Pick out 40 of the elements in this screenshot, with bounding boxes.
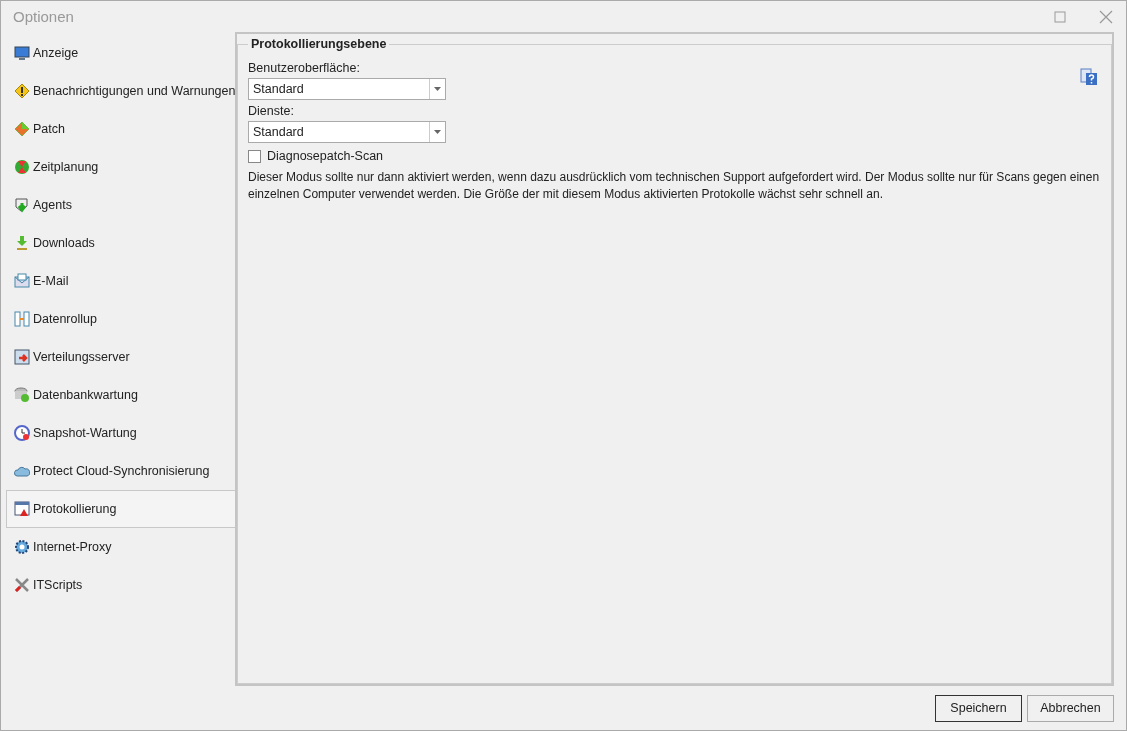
sidebar-item[interactable]: Zeitplanung bbox=[6, 148, 235, 186]
caret-icon bbox=[434, 87, 441, 91]
clock-icon bbox=[14, 425, 30, 441]
sidebar-item[interactable]: Snapshot-Wartung bbox=[6, 414, 235, 452]
sidebar-item[interactable]: Protect Cloud-Synchronisierung bbox=[6, 452, 235, 490]
description-text: Dieser Modus sollte nur dann aktiviert werden, wenn dazu ausdrücklich vom technischen Support aufgefordert wird. Der Modus sollte nur für Scans gegen einen einzelnen Computer verwendet werden. Die Größe der mit diesem Modus aktivierten Protokolle wächst sehr schnell an. bbox=[248, 169, 1101, 203]
dropdown[interactable]: Standard bbox=[248, 78, 446, 100]
sidebar-item[interactable]: Verteilungsserver bbox=[6, 338, 235, 376]
sidebar-item[interactable]: ITScripts bbox=[6, 566, 235, 604]
diamond-icon bbox=[14, 121, 30, 137]
field-label: Dienste: bbox=[248, 104, 295, 118]
sidebar-item[interactable]: Agents bbox=[6, 186, 235, 224]
sidebar-item[interactable]: Datenbankwartung bbox=[6, 376, 235, 414]
group-title: Protokollierungsebene bbox=[250, 37, 388, 51]
checkbox[interactable] bbox=[248, 149, 261, 163]
tools-icon bbox=[14, 577, 30, 593]
help-icon[interactable] bbox=[1080, 68, 1098, 86]
hourglass-icon bbox=[14, 159, 30, 175]
field-label: Benutzeroberfläche: bbox=[248, 61, 361, 75]
sidebar-item[interactable]: Datenrollup bbox=[6, 300, 235, 338]
dialog-button[interactable]: Abbrechen bbox=[1027, 694, 1114, 722]
warning-diamond-icon bbox=[14, 83, 30, 99]
sidebar-item[interactable]: Protokollierung bbox=[6, 490, 236, 528]
monitor-icon bbox=[14, 45, 30, 61]
dialog-button[interactable]: Speichern bbox=[935, 694, 1022, 722]
sidebar-item[interactable]: Anzeige bbox=[6, 34, 235, 72]
sidebar-item[interactable]: Patch bbox=[6, 110, 235, 148]
window-title: Optionen bbox=[13, 8, 75, 25]
sidebar-item[interactable]: Downloads bbox=[6, 224, 235, 262]
caret-icon bbox=[434, 130, 441, 134]
sidebar-item[interactable]: Benachrichtigungen und Warnungen bbox=[6, 72, 235, 110]
checkbox-label: Diagnosepatch-Scan bbox=[267, 149, 384, 163]
close-icon[interactable] bbox=[1098, 8, 1114, 25]
sidebar-item[interactable]: Internet-Proxy bbox=[6, 528, 235, 566]
download-arrow-icon bbox=[14, 235, 30, 251]
sidebar-item[interactable]: E-Mail bbox=[6, 262, 235, 300]
gear-icon bbox=[14, 539, 30, 555]
envelope-icon bbox=[14, 273, 30, 289]
dropdown[interactable]: Standard bbox=[248, 121, 446, 143]
window-alert-icon bbox=[14, 501, 30, 517]
